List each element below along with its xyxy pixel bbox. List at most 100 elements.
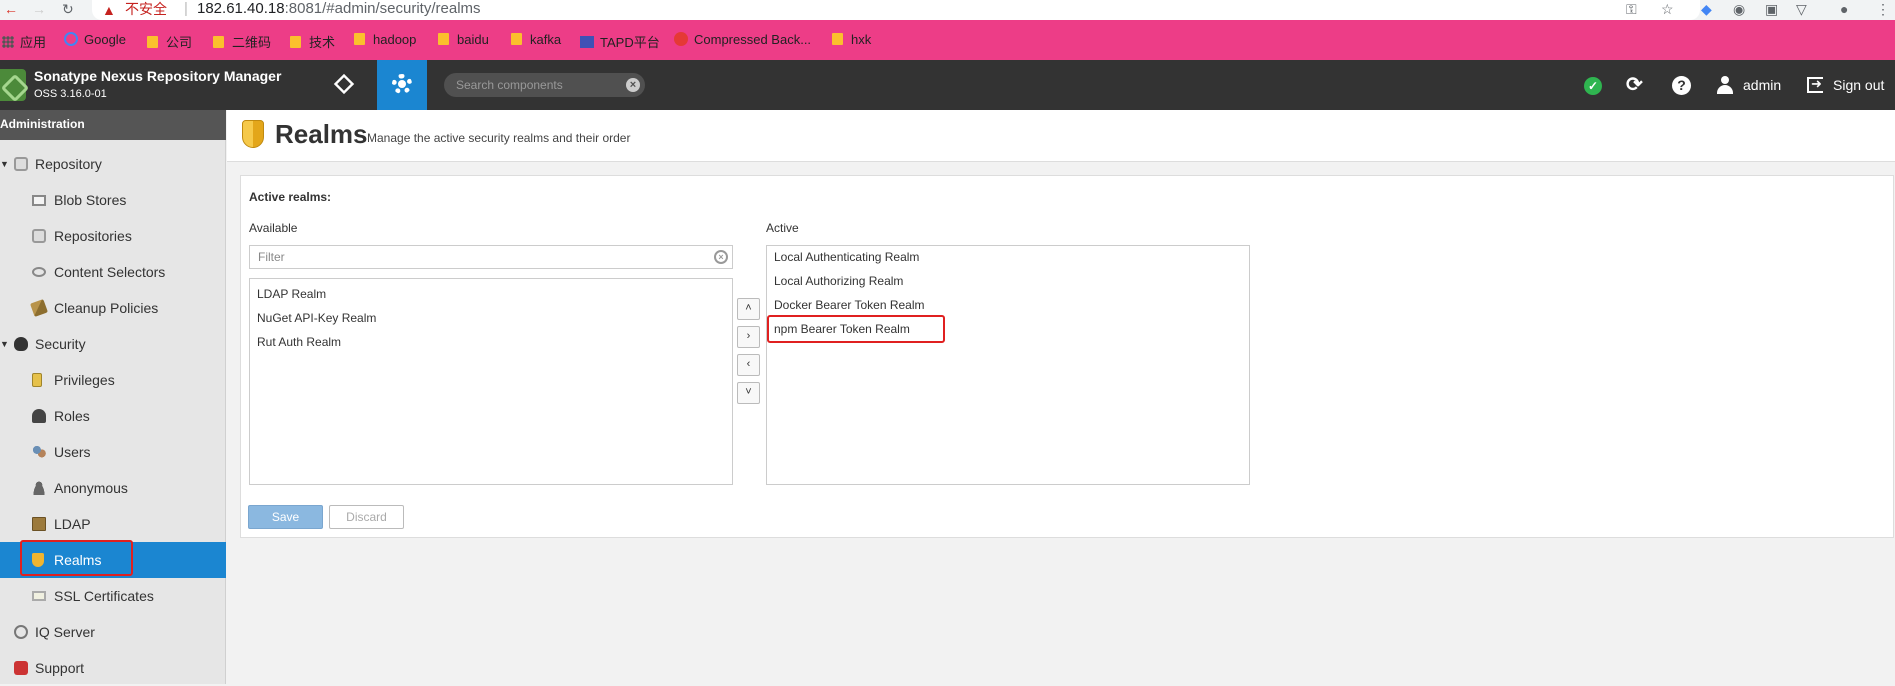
forward-icon[interactable]: → <box>32 1 46 17</box>
browse-mode-button[interactable] <box>326 60 364 110</box>
app-header: Sonatype Nexus Repository Manager OSS 3.… <box>0 60 1895 110</box>
bookmark-folder[interactable]: hxk <box>832 32 871 47</box>
clear-search-icon[interactable]: × <box>626 78 640 92</box>
list-item[interactable]: NuGet API-Key Realm <box>257 311 376 325</box>
bookmark-folder[interactable]: 技术 <box>290 32 335 51</box>
refresh-icon[interactable]: ⟳ <box>1626 60 1643 110</box>
sidebar-item-ldap[interactable]: LDAP <box>0 506 226 542</box>
realms-panel: Active realms: Available Active × LDAP R… <box>240 175 1894 538</box>
sidebar-item-cleanup-policies[interactable]: Cleanup Policies <box>0 290 226 326</box>
extension-icon[interactable]: ◆ <box>1701 1 1712 18</box>
address-bar[interactable]: ▲ 不安全 | 182.61.40.18:8081/#admin/securit… <box>92 0 1700 20</box>
help-icon[interactable]: ? <box>1672 76 1691 95</box>
gear-icon <box>392 74 412 94</box>
sign-out-icon[interactable] <box>1807 76 1823 93</box>
discard-button[interactable]: Discard <box>329 505 404 529</box>
profile-icon[interactable]: ● <box>1840 1 1848 17</box>
sidebar-item-repositories[interactable]: Repositories <box>0 218 226 254</box>
realms-highlight <box>20 540 133 576</box>
iq-server-icon <box>14 625 28 639</box>
sidebar-item-users[interactable]: Users <box>0 434 226 470</box>
certificate-icon <box>32 591 46 601</box>
bookmark-tapd[interactable]: TAPD平台 <box>580 32 660 51</box>
sidebar-item-security[interactable]: ▼ Security <box>0 326 226 362</box>
bookmark-folder[interactable]: 二维码 <box>213 32 271 51</box>
save-button[interactable]: Save <box>248 505 323 529</box>
folder-icon <box>511 33 522 45</box>
medal-icon <box>32 373 42 387</box>
back-icon[interactable]: ← <box>4 1 18 17</box>
active-realms-list[interactable]: Local Authenticating Realm Local Authori… <box>766 245 1250 485</box>
sidebar-item-ssl-certificates[interactable]: SSL Certificates <box>0 578 226 614</box>
bookmark-folder[interactable]: 公司 <box>147 32 192 51</box>
search-components: × <box>444 73 645 97</box>
users-icon <box>32 445 46 459</box>
star-icon[interactable]: ☆ <box>1661 1 1674 18</box>
available-realms-list[interactable]: LDAP Realm NuGet API-Key Realm Rut Auth … <box>249 278 733 485</box>
warning-icon: ▲ <box>102 2 116 18</box>
folder-icon <box>213 36 224 48</box>
sidebar-item-iq-server[interactable]: IQ Server <box>0 614 226 650</box>
list-item[interactable]: Rut Auth Realm <box>257 335 341 349</box>
list-item[interactable]: Docker Bearer Token Realm <box>774 298 925 312</box>
app-version: OSS 3.16.0-01 <box>34 88 107 100</box>
available-label: Available <box>249 221 298 235</box>
tapd-icon <box>580 36 594 48</box>
sidebar-item-support[interactable]: Support <box>0 650 226 686</box>
database-icon <box>14 157 28 171</box>
move-up-button[interactable]: ˄ <box>737 298 760 320</box>
bookmark-apps[interactable]: 应用 <box>2 32 46 51</box>
move-left-button[interactable]: ‹ <box>737 354 760 376</box>
bookmark-google[interactable]: Google <box>64 32 126 47</box>
extension-icon[interactable]: ◉ <box>1733 1 1745 18</box>
bookmark-compressed[interactable]: Compressed Back... <box>674 32 811 47</box>
folder-icon <box>147 36 158 48</box>
sidebar-item-content-selectors[interactable]: Content Selectors <box>0 254 226 290</box>
reload-icon[interactable]: ↻ <box>62 1 74 18</box>
sidebar-item-privileges[interactable]: Privileges <box>0 362 226 398</box>
sidebar-item-anonymous[interactable]: Anonymous <box>0 470 226 506</box>
database-icon <box>32 229 46 243</box>
anonymous-icon <box>32 481 46 495</box>
list-item[interactable]: Local Authenticating Realm <box>774 250 919 264</box>
bookmark-folder[interactable]: baidu <box>438 32 489 47</box>
sidebar-item-repository[interactable]: ▼ Repository <box>0 146 226 182</box>
move-right-button[interactable]: › <box>737 326 760 348</box>
insecure-label: 不安全 <box>125 1 167 17</box>
bookmark-folder[interactable]: hadoop <box>354 32 416 47</box>
folder-icon <box>290 36 301 48</box>
folder-icon <box>354 33 365 45</box>
admin-mode-button[interactable] <box>377 60 427 110</box>
npm-realm-highlight <box>767 315 945 343</box>
menu-icon[interactable]: ⋮ <box>1876 1 1890 18</box>
sidebar-item-roles[interactable]: Roles <box>0 398 226 434</box>
sign-out-button[interactable]: Sign out <box>1833 77 1884 93</box>
list-item[interactable]: Local Authorizing Realm <box>774 274 903 288</box>
filter-box: × <box>249 245 733 269</box>
security-icon <box>14 337 28 351</box>
user-name[interactable]: admin <box>1743 77 1781 93</box>
expand-arrow-icon: ▼ <box>0 339 9 349</box>
extension-icon[interactable]: ▣ <box>1765 1 1778 18</box>
key-icon[interactable]: ⚿ <box>1626 1 1637 18</box>
list-item[interactable]: LDAP Realm <box>257 287 326 301</box>
bookmark-site-icon <box>674 32 688 46</box>
bookmark-folder[interactable]: kafka <box>511 32 561 47</box>
system-status-icon[interactable]: ✓ <box>1584 77 1602 95</box>
search-input[interactable] <box>454 76 614 94</box>
sidebar-item-blob-stores[interactable]: Blob Stores <box>0 182 226 218</box>
active-realms-heading: Active realms: <box>249 190 332 204</box>
role-icon <box>32 409 46 423</box>
cube-icon <box>333 73 355 95</box>
user-icon[interactable] <box>1717 76 1733 94</box>
clear-filter-icon[interactable]: × <box>714 250 728 264</box>
book-icon <box>32 517 46 531</box>
page-header: Realms Manage the active security realms… <box>227 110 1895 162</box>
expand-arrow-icon: ▼ <box>0 159 9 169</box>
vue-extension-icon[interactable]: ▽ <box>1796 1 1807 18</box>
browser-toolbar: ← → ↻ ▲ 不安全 | 182.61.40.18:8081/#admin/s… <box>0 0 1895 20</box>
shield-icon <box>242 120 264 148</box>
move-down-button[interactable]: ˅ <box>737 382 760 404</box>
broom-icon <box>30 299 48 317</box>
filter-input[interactable] <box>256 249 696 265</box>
